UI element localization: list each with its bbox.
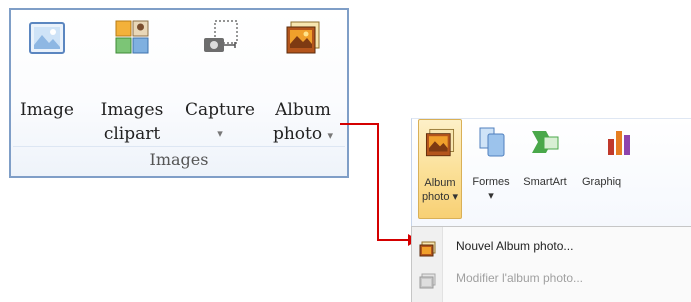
shapes-label: Formes ▾ bbox=[468, 175, 514, 203]
shapes-label-text: Formes bbox=[472, 176, 510, 188]
menu-item-new-album[interactable]: Nouvel Album photo... bbox=[412, 231, 691, 261]
chart-label: Graphiq bbox=[582, 176, 622, 188]
album-photo-dropdown: Nouvel Album photo... Modifier l'album p… bbox=[411, 226, 691, 302]
insert-ribbon-fragment: Album photo ▾ Formes ▾ SmartArt Graphiq bbox=[411, 118, 691, 227]
smartart-icon bbox=[528, 125, 562, 159]
chart-icon bbox=[602, 125, 636, 159]
menu-item-label: Nouvel Album photo... bbox=[456, 239, 574, 253]
shapes-button[interactable]: Formes ▾ bbox=[468, 119, 514, 219]
album-photo-button-active[interactable]: Album photo ▾ bbox=[418, 119, 462, 219]
menu-item-label: Modifier l'album photo... bbox=[456, 271, 584, 285]
shapes-caret-icon[interactable]: ▾ bbox=[468, 189, 514, 203]
shapes-icon bbox=[474, 125, 508, 159]
smartart-button[interactable]: SmartArt bbox=[516, 119, 574, 219]
album-photo-caret-icon[interactable]: ▾ bbox=[453, 191, 459, 203]
menu-item-edit-album[interactable]: Modifier l'album photo... bbox=[412, 263, 691, 293]
smartart-label: SmartArt bbox=[523, 176, 567, 188]
new-album-icon bbox=[419, 238, 437, 257]
album-photo-label-text: Album photo bbox=[421, 177, 456, 203]
photo-album-icon bbox=[423, 126, 457, 160]
album-photo-label: Album photo ▾ bbox=[419, 176, 461, 204]
edit-album-icon bbox=[419, 270, 437, 289]
chart-button[interactable]: Graphiq bbox=[574, 119, 691, 219]
